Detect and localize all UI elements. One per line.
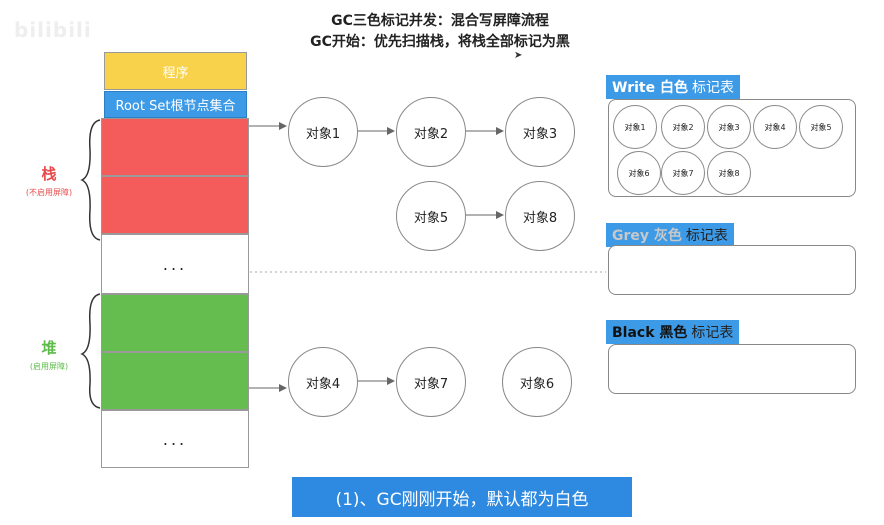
- black-table-box: [608, 344, 856, 394]
- white-table-title: Write 白色 标记表: [606, 75, 740, 99]
- white-table-item: 对象7: [661, 151, 705, 195]
- grey-table-box: [608, 245, 856, 295]
- grey-table-title: Grey 灰色 标记表: [606, 223, 734, 247]
- black-table-title: Black 黑色 标记表: [606, 320, 740, 344]
- white-table-box: 对象1 对象2 对象3 对象4 对象5 对象6 对象7 对象8: [608, 99, 856, 197]
- white-table-item: 对象1: [613, 105, 657, 149]
- white-table-suffix: 标记表: [691, 80, 734, 96]
- heap-brace: [80, 293, 101, 409]
- heap-cell-more: ...: [101, 410, 249, 468]
- stack-cell-1: [101, 118, 249, 176]
- object-node-8: 对象8: [505, 181, 575, 251]
- object-node-3: 对象3: [505, 97, 575, 167]
- stack-label: 栈: [41, 165, 57, 183]
- black-table-suffix: 标记表: [691, 325, 734, 341]
- root-set-label: Root Set根节点集合: [104, 91, 247, 118]
- black-table-highlight: Black 黑色: [612, 325, 688, 341]
- object-node-6: 对象6: [502, 347, 572, 417]
- heap-label: 堆: [41, 339, 57, 357]
- heap-sublabel: (启用屏障): [29, 362, 69, 371]
- step-caption: (1)、GC刚刚开始，默认都为白色: [292, 477, 632, 517]
- stack-cell-2: [101, 176, 249, 234]
- white-table-item: 对象2: [661, 105, 705, 149]
- object-node-2: 对象2: [396, 97, 466, 167]
- object-node-4: 对象4: [288, 347, 358, 417]
- stack-cell-more: ...: [101, 234, 249, 294]
- heap-cell-2: [101, 352, 249, 410]
- white-table-item: 对象8: [707, 151, 751, 195]
- heap-cell-1: [101, 294, 249, 352]
- grey-table-suffix: 标记表: [685, 228, 728, 244]
- stack-sublabel: (不启用屏障): [25, 188, 73, 197]
- white-table-item: 对象5: [799, 105, 843, 149]
- white-table-item: 对象6: [617, 151, 661, 195]
- object-node-7: 对象7: [396, 347, 466, 417]
- white-table-item: 对象3: [707, 105, 751, 149]
- object-node-1: 对象1: [288, 97, 358, 167]
- program-block: 程序: [104, 52, 247, 90]
- white-table-highlight: Write 白色: [612, 80, 688, 96]
- grey-table-highlight: Grey 灰色: [612, 228, 682, 244]
- white-table-item: 对象4: [753, 105, 797, 149]
- stack-brace: [80, 119, 101, 241]
- object-node-5: 对象5: [396, 181, 466, 251]
